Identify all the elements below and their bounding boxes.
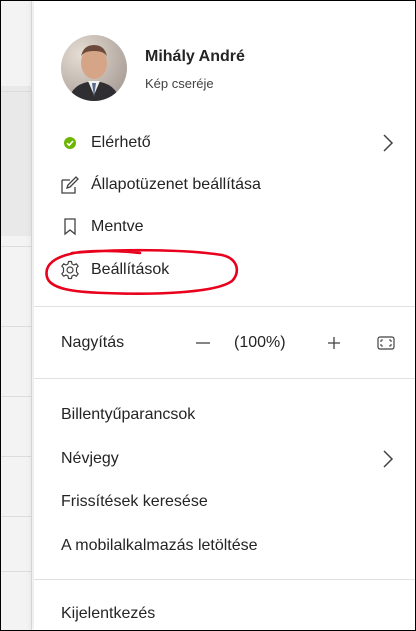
edit-message-icon <box>60 175 80 195</box>
zoom-row: Nagyítás (100%) <box>34 325 415 361</box>
available-status-icon <box>60 133 80 153</box>
status-item[interactable]: Elérhető <box>34 125 415 161</box>
profile-menu: Mihály André Kép cseréje Elérhető Állapo… <box>34 1 415 630</box>
bookmark-icon <box>60 217 80 237</box>
zoom-in-button[interactable] <box>320 331 348 355</box>
about-label: Névjegy <box>61 450 119 467</box>
fullscreen-icon[interactable] <box>376 333 396 353</box>
set-status-message-label: Állapotüzenet beállítása <box>91 176 261 193</box>
profile-header: Mihály André Kép cseréje <box>34 1 415 121</box>
avatar[interactable] <box>61 35 127 101</box>
gear-icon <box>60 260 80 280</box>
about-item[interactable]: Névjegy <box>34 441 415 477</box>
check-updates-item[interactable]: Frissítések keresése <box>61 493 208 511</box>
zoom-label: Nagyítás <box>61 334 125 351</box>
divider <box>34 306 415 307</box>
background-app-strip <box>1 1 32 630</box>
divider <box>34 378 415 379</box>
zoom-out-button[interactable] <box>186 331 220 355</box>
sign-out-item[interactable]: Kijelentkezés <box>61 605 155 623</box>
chevron-right-icon <box>381 133 395 158</box>
set-status-message-item[interactable]: Állapotüzenet beállítása <box>34 167 415 203</box>
change-photo-link[interactable]: Kép cseréje <box>145 76 214 91</box>
status-label: Elérhető <box>91 134 151 151</box>
download-mobile-app-item[interactable]: A mobilalkalmazás letöltése <box>61 537 258 555</box>
settings-item[interactable]: Beállítások <box>34 252 415 288</box>
divider <box>34 579 415 580</box>
keyboard-shortcuts-item[interactable]: Billentyűparancsok <box>61 406 195 424</box>
chevron-right-icon <box>381 449 395 474</box>
saved-item[interactable]: Mentve <box>34 209 415 245</box>
saved-label: Mentve <box>91 218 144 235</box>
settings-label: Beállítások <box>91 261 170 278</box>
user-name: Mihály André <box>145 48 245 65</box>
zoom-percentage: (100%) <box>234 334 286 351</box>
